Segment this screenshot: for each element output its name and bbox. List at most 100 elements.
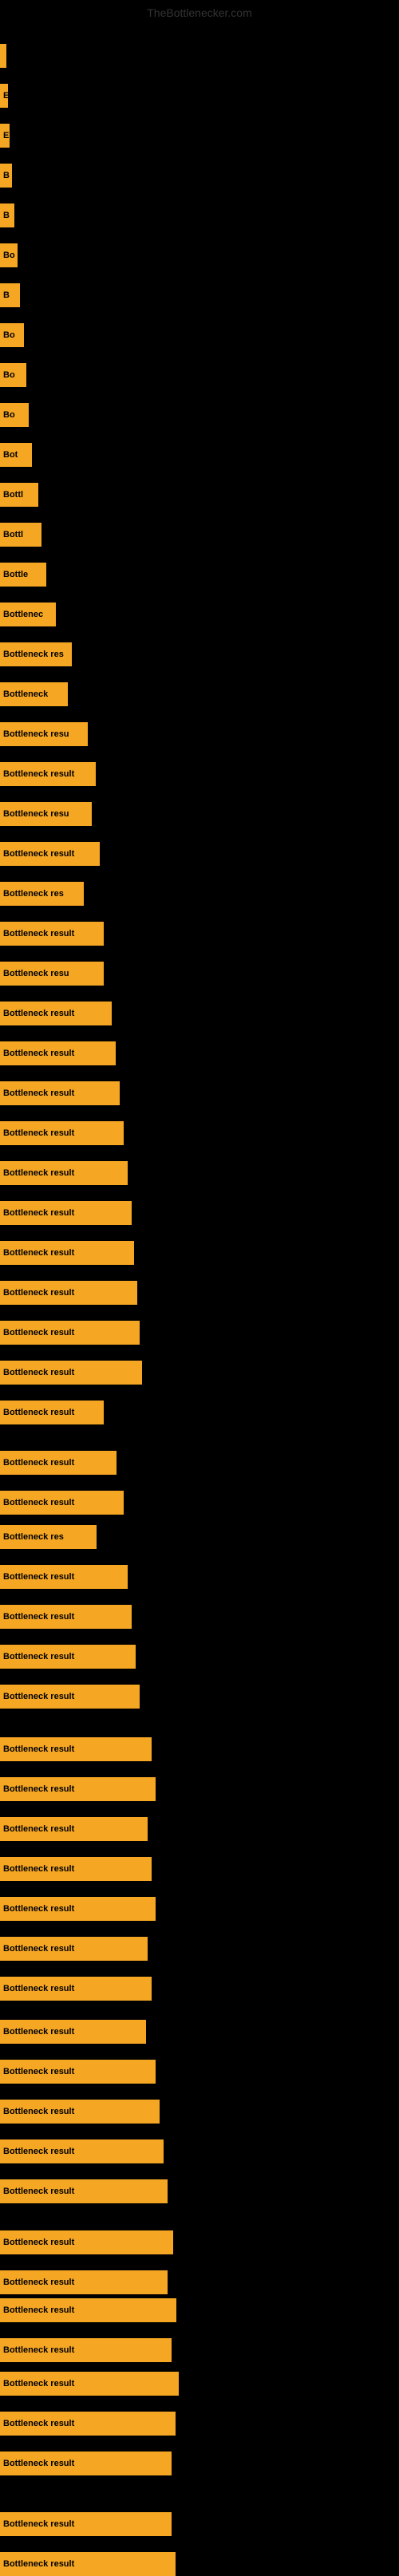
bar-item: Bottleneck result	[0, 2298, 176, 2322]
bar-item: Bottleneck result	[0, 2100, 160, 2124]
bar-item: Bottleneck result	[0, 2338, 172, 2362]
bar-item: Bottleneck result	[0, 1081, 120, 1105]
bar-fill: Bottleneck result	[0, 2338, 172, 2362]
bar-item: Bottleneck result	[0, 1201, 132, 1225]
bar-item: Bottl	[0, 483, 38, 507]
bar-item: Bot	[0, 443, 32, 467]
bar-fill: Bottleneck result	[0, 2060, 156, 2084]
bar-item: Bottleneck result	[0, 1565, 128, 1589]
site-title: TheBottlenecker.com	[147, 6, 252, 19]
bar-item: Bottleneck result	[0, 2230, 173, 2254]
bar-item: Bottleneck result	[0, 2552, 176, 2576]
bar-fill: E	[0, 84, 8, 108]
bar-fill: Bottleneck result	[0, 1685, 140, 1709]
bar-fill: Bottleneck result	[0, 2512, 172, 2536]
bar-item: Bottleneck result	[0, 1321, 140, 1345]
bar-fill: Bottleneck result	[0, 1121, 124, 1145]
bar-item: Bottl	[0, 523, 41, 547]
bar-fill: B	[0, 164, 12, 188]
bar-item: Bottlenec	[0, 603, 56, 626]
bar-fill: Bottleneck result	[0, 1241, 134, 1265]
bar-item: Bo	[0, 403, 29, 427]
bar-fill: Bo	[0, 363, 26, 387]
bar-fill: Bottleneck result	[0, 1041, 116, 1065]
bar-fill: Bottleneck res	[0, 1525, 97, 1549]
bar-item: Bottleneck result	[0, 1491, 124, 1515]
bar-item: Bottle	[0, 563, 46, 587]
bar-item: Bottleneck result	[0, 1161, 128, 1185]
bar-fill: E	[0, 124, 10, 148]
bar-item: Bottleneck result	[0, 2179, 168, 2203]
bar-fill: Bottleneck result	[0, 2372, 179, 2396]
bar-item: Bottleneck resu	[0, 802, 92, 826]
bar-fill: Bottleneck result	[0, 2230, 173, 2254]
bar-fill: Bottleneck resu	[0, 802, 92, 826]
bar-fill: B	[0, 283, 20, 307]
bar-item: E	[0, 124, 10, 148]
bar-item: Bottleneck result	[0, 2512, 172, 2536]
bar-fill: Bot	[0, 443, 32, 467]
bar-item: Bottleneck result	[0, 1977, 152, 2001]
bar-fill: Bottlenec	[0, 603, 56, 626]
bar-item: Bottleneck result	[0, 1002, 112, 1025]
bar-item: Bottleneck result	[0, 1937, 148, 1961]
bar-item: Bottleneck result	[0, 762, 96, 786]
bar-fill: Bottleneck result	[0, 2100, 160, 2124]
bar-item: Bottleneck result	[0, 1645, 136, 1669]
bar-fill: Bottleneck result	[0, 1491, 124, 1515]
bar-item: Bottleneck result	[0, 1121, 124, 1145]
bar-fill: Bottleneck result	[0, 2452, 172, 2475]
bar-item: Bottleneck result	[0, 1685, 140, 1709]
bar-item: E	[0, 84, 8, 108]
bar-item: Bottleneck resu	[0, 962, 104, 986]
bar-fill: Bottleneck result	[0, 762, 96, 786]
bar-item: Bottleneck result	[0, 2452, 172, 2475]
bar-item: Bottleneck result	[0, 2412, 176, 2436]
bar-item: Bottleneck result	[0, 2270, 168, 2294]
bar-fill: Bottleneck result	[0, 842, 100, 866]
bar-item: Bottleneck res	[0, 882, 84, 906]
bar-item: Bottleneck result	[0, 2139, 164, 2163]
bar-fill: Bottleneck result	[0, 1002, 112, 1025]
bar-fill: Bottleneck result	[0, 1565, 128, 1589]
bar-fill: Bottleneck result	[0, 1817, 148, 1841]
bar-item: Bottleneck result	[0, 2372, 179, 2396]
bar-item: Bottleneck result	[0, 1041, 116, 1065]
bar-item: Bottleneck result	[0, 1281, 137, 1305]
bar-fill: Bottleneck result	[0, 2179, 168, 2203]
bar-item: Bottleneck result	[0, 1777, 156, 1801]
bar-item: Bottleneck	[0, 682, 68, 706]
bar-fill: Bottleneck result	[0, 1605, 132, 1629]
bar-item: Bo	[0, 363, 26, 387]
bar-item: B	[0, 283, 20, 307]
bar-item: Bottleneck result	[0, 1897, 156, 1921]
bar-fill: Bottleneck	[0, 682, 68, 706]
bar-fill: Bottl	[0, 483, 38, 507]
bar-item	[0, 44, 6, 68]
bar-fill: Bottleneck result	[0, 1857, 152, 1881]
bar-item: Bottleneck result	[0, 1605, 132, 1629]
bar-fill: Bottl	[0, 523, 41, 547]
bar-item: Bottleneck result	[0, 1737, 152, 1761]
bar-fill: Bottleneck resu	[0, 962, 104, 986]
bar-fill: Bottleneck result	[0, 1897, 156, 1921]
bar-fill: Bottleneck result	[0, 1401, 104, 1424]
bar-fill: Bo	[0, 323, 24, 347]
bar-item: Bo	[0, 323, 24, 347]
bar-fill: Bottleneck result	[0, 1937, 148, 1961]
bar-item: Bottleneck result	[0, 1361, 142, 1385]
bar-item: Bottleneck result	[0, 2020, 146, 2044]
bar-item: Bottleneck result	[0, 2060, 156, 2084]
bar-item: Bottleneck result	[0, 842, 100, 866]
bar-fill: Bottleneck result	[0, 1777, 156, 1801]
bar-fill	[0, 44, 6, 68]
bar-fill: Bottleneck result	[0, 2020, 146, 2044]
bar-item: Bottleneck resu	[0, 722, 88, 746]
bar-item: Bo	[0, 243, 18, 267]
bar-fill: Bottleneck res	[0, 642, 72, 666]
bar-fill: B	[0, 203, 14, 227]
bar-fill: Bottleneck result	[0, 1161, 128, 1185]
bar-item: Bottleneck result	[0, 1451, 117, 1475]
bar-fill: Bottleneck result	[0, 2270, 168, 2294]
bar-fill: Bottleneck result	[0, 922, 104, 946]
